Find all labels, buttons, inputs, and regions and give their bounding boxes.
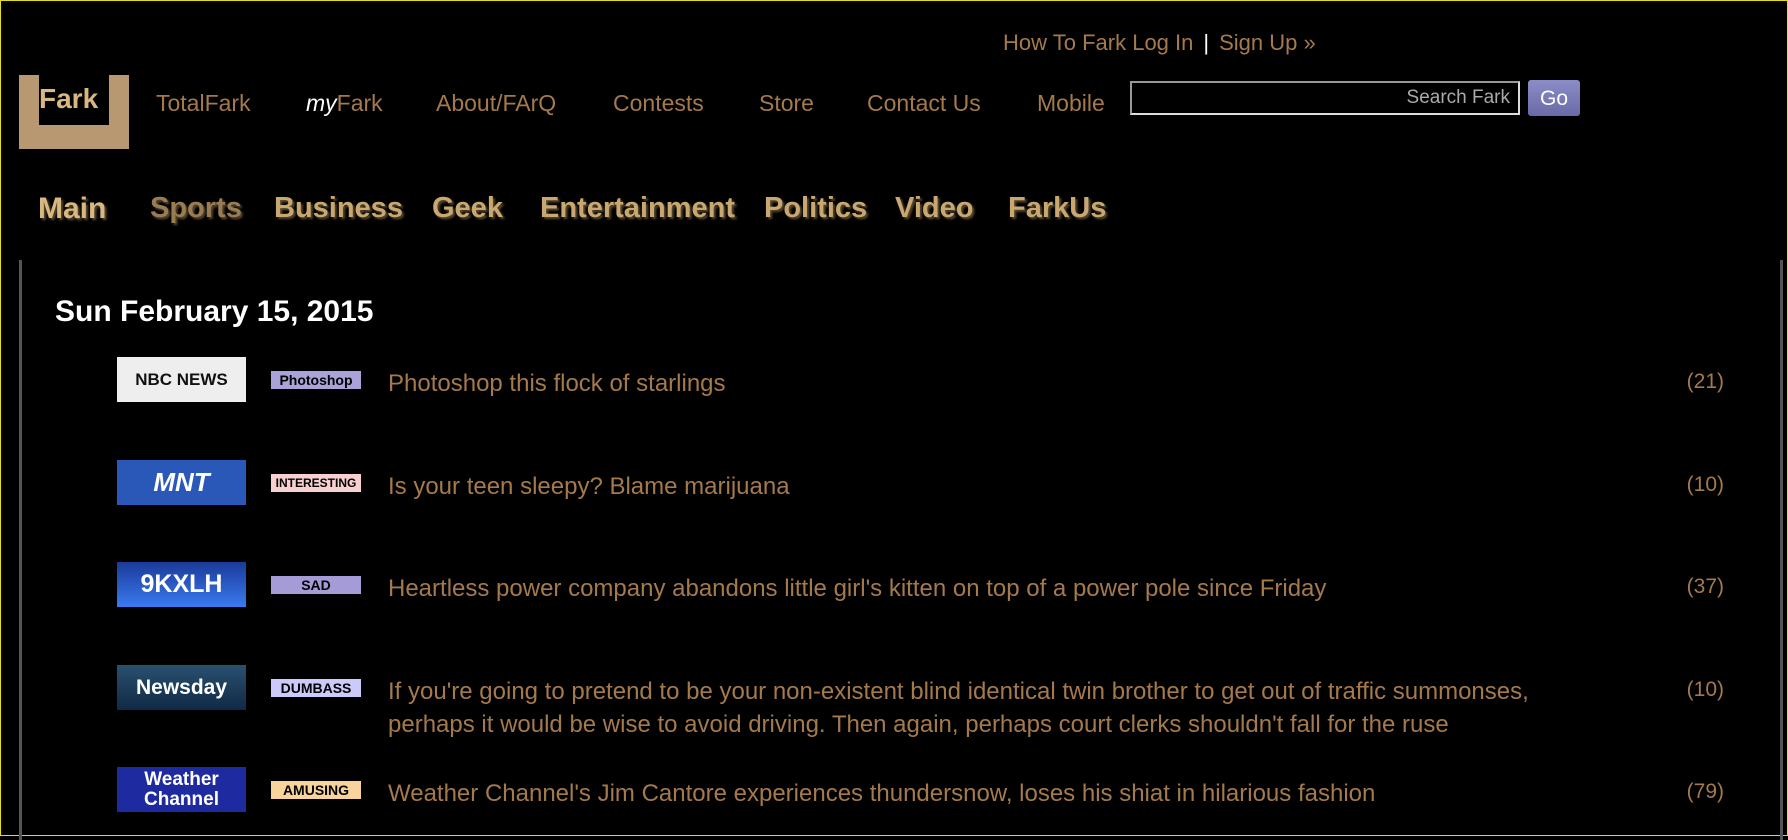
nav-contact[interactable]: Contact Us: [867, 90, 981, 117]
nav-myfark-suffix: Fark: [336, 90, 383, 116]
tag-dumbass[interactable]: DUMBASS: [271, 679, 361, 697]
comment-count[interactable]: (21): [1687, 370, 1724, 394]
tab-politics[interactable]: Politics: [764, 192, 867, 225]
comment-count[interactable]: (37): [1687, 575, 1724, 599]
tag-photoshop[interactable]: Photoshop: [271, 371, 361, 389]
headline-link[interactable]: Is your teen sleepy? Blame marijuana: [388, 470, 1588, 503]
tab-entertainment[interactable]: Entertainment: [540, 192, 735, 225]
headline-link[interactable]: Heartless power company abandons little …: [388, 572, 1588, 605]
tag-sad[interactable]: SAD: [271, 576, 361, 594]
source-logo-mnt[interactable]: MNT: [117, 460, 246, 505]
source-logo-nbc[interactable]: NBC NEWS: [117, 357, 246, 402]
fark-logo[interactable]: Fark: [19, 75, 129, 149]
content-panel: [19, 260, 1783, 840]
tag-amusing[interactable]: AMUSING: [271, 781, 361, 799]
headline-link[interactable]: Photoshop this flock of starlings: [388, 367, 1588, 400]
comment-count[interactable]: (79): [1687, 780, 1724, 804]
source-logo-kxlh[interactable]: 9KXLH: [117, 562, 246, 607]
tab-video[interactable]: Video: [895, 192, 973, 225]
log-in-link[interactable]: Log In: [1132, 30, 1193, 55]
how-to-fark-link[interactable]: How To Fark: [1003, 30, 1126, 55]
nav-store[interactable]: Store: [759, 90, 814, 117]
nav-contests[interactable]: Contests: [613, 90, 704, 117]
comment-count[interactable]: (10): [1687, 678, 1724, 702]
search-input[interactable]: [1130, 81, 1520, 115]
source-logo-weather-channel[interactable]: Weather Channel: [117, 767, 246, 812]
nav-myfark-prefix: my: [306, 90, 337, 116]
headline-link[interactable]: Weather Channel's Jim Cantore experience…: [388, 777, 1588, 810]
nav-myfark[interactable]: myFark: [306, 90, 383, 117]
go-button[interactable]: Go: [1528, 80, 1580, 116]
tab-business[interactable]: Business: [274, 192, 403, 225]
tab-farkus[interactable]: FarkUs: [1008, 192, 1106, 225]
nav-about[interactable]: About/FArQ: [436, 90, 556, 117]
date-heading: Sun February 15, 2015: [55, 295, 374, 328]
headline-link[interactable]: If you're going to pretend to be your no…: [388, 675, 1588, 741]
comment-count[interactable]: (10): [1687, 473, 1724, 497]
top-links: How To Fark Log In | Sign Up »: [1003, 30, 1316, 56]
logo-text: Fark: [39, 83, 99, 114]
nav-totalfark[interactable]: TotalFark: [156, 90, 251, 117]
tab-main[interactable]: Main: [38, 192, 106, 226]
source-logo-newsday[interactable]: Newsday: [117, 665, 246, 710]
tab-sports[interactable]: Sports: [150, 192, 242, 225]
separator: |: [1203, 30, 1210, 55]
tag-interesting[interactable]: INTERESTING: [271, 474, 361, 492]
nav-mobile[interactable]: Mobile: [1037, 90, 1105, 117]
tab-geek[interactable]: Geek: [432, 192, 503, 225]
sign-up-link[interactable]: Sign Up »: [1219, 30, 1316, 55]
